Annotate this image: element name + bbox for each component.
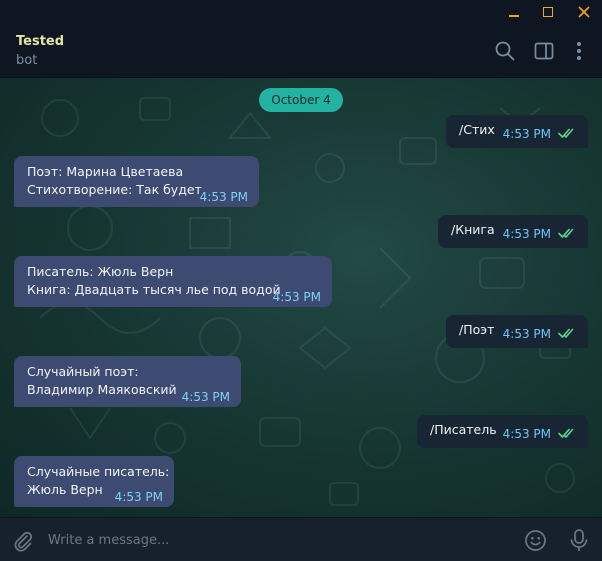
message-composer xyxy=(0,517,602,561)
message-text: Владимир Маяковский xyxy=(27,382,177,397)
message-time: 4:53 PM xyxy=(199,190,248,204)
message-time: 4:53 PM xyxy=(502,227,551,241)
outgoing-message[interactable]: /Стих 4:53 PM xyxy=(446,115,588,148)
title-bar xyxy=(0,0,602,26)
outgoing-message[interactable]: /Книга 4:53 PM xyxy=(438,215,588,248)
incoming-message[interactable]: Случайные писатель: Жюль Верн 4:53 PM xyxy=(14,456,174,507)
chat-history[interactable]: October 4 /Стих 4:53 PM Поэт: Марина Цвета… xyxy=(0,78,602,517)
message-text: Книга: Двадцать тысяч лье под водой xyxy=(27,282,281,297)
read-double-check-icon xyxy=(558,128,574,138)
microphone-icon[interactable] xyxy=(568,528,590,553)
date-separator: October 4 xyxy=(259,88,343,112)
message-time: 4:53 PM xyxy=(502,427,551,441)
message-input[interactable] xyxy=(48,528,508,552)
read-double-check-icon xyxy=(558,228,574,238)
attach-icon[interactable] xyxy=(12,530,34,552)
message-time: 4:53 PM xyxy=(502,327,551,341)
incoming-message[interactable]: Писатель: Жюль Верн Книга: Двадцать тысяч… xyxy=(14,256,332,307)
more-vertical-icon[interactable] xyxy=(568,40,590,62)
message-text: /Книга xyxy=(451,222,495,237)
message-text: /Писатель xyxy=(430,422,497,437)
read-double-check-icon xyxy=(558,428,574,438)
chat-header[interactable]: Tested bot xyxy=(0,26,602,78)
message-text: Писатель: Жюль Верн xyxy=(27,264,174,279)
maximize-button[interactable] xyxy=(538,3,558,21)
outgoing-message[interactable]: /Писатель 4:53 PM xyxy=(417,415,588,448)
message-text: /Поэт xyxy=(459,322,495,337)
close-button[interactable] xyxy=(574,3,594,21)
maximize-icon xyxy=(543,7,553,17)
telegram-window: Tested bot October 4 /Стих 4:53 PM Поэт:… xyxy=(0,0,602,561)
message-time: 4:53 PM xyxy=(181,390,230,404)
sidebar-panel-icon[interactable] xyxy=(533,40,555,62)
incoming-message[interactable]: Случайный поэт: Владимир Маяковский 4:53 P… xyxy=(14,356,241,407)
search-icon[interactable] xyxy=(494,40,516,62)
message-text: Случайные писатель: xyxy=(27,464,170,479)
message-text: Поэт: Марина Цветаева xyxy=(27,164,184,179)
chat-title[interactable]: Tested xyxy=(16,34,64,49)
incoming-message[interactable]: Поэт: Марина Цветаева Стихотворение: Так … xyxy=(14,156,259,207)
message-time: 4:53 PM xyxy=(114,490,163,504)
message-time: 4:53 PM xyxy=(272,290,321,304)
message-text: Жюль Верн xyxy=(27,482,103,497)
message-text: Случайный поэт: xyxy=(27,364,139,379)
emoji-icon[interactable] xyxy=(524,529,547,552)
outgoing-message[interactable]: /Поэт 4:53 PM xyxy=(446,315,588,348)
message-time: 4:53 PM xyxy=(502,127,551,141)
message-text: Стихотворение: Так будет xyxy=(27,182,202,197)
close-icon xyxy=(578,6,590,18)
read-double-check-icon xyxy=(558,328,574,338)
chat-status: bot xyxy=(16,53,38,68)
message-text: /Стих xyxy=(459,122,495,137)
minimize-button[interactable] xyxy=(504,3,524,21)
minimize-icon xyxy=(509,15,519,17)
